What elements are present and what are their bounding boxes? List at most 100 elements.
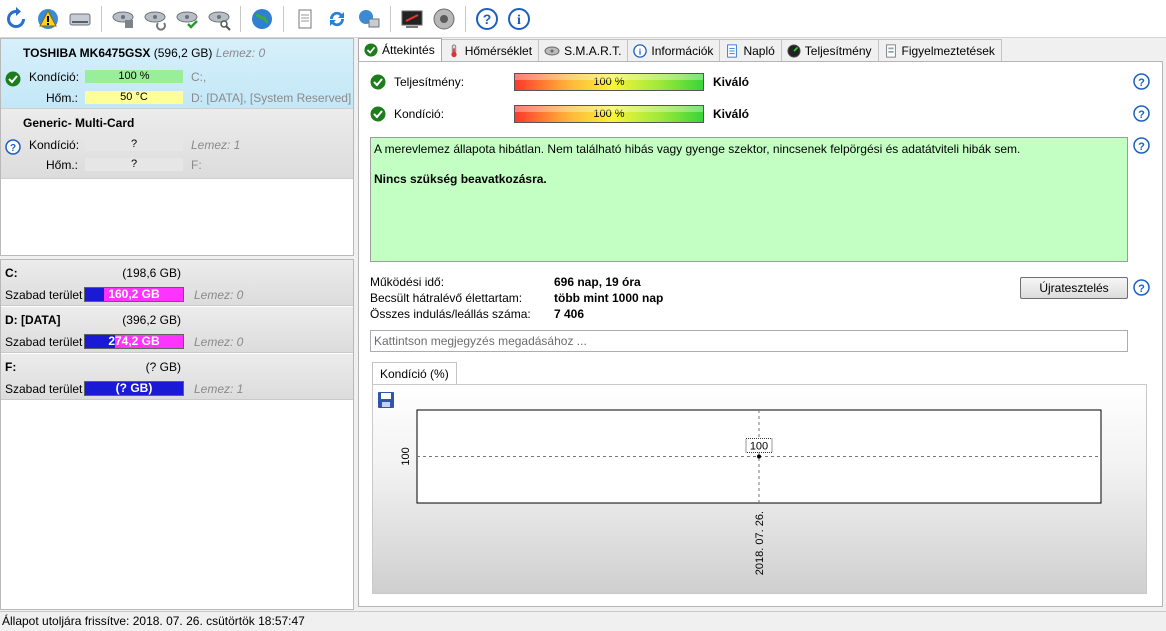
x-tick-label: 2018. 07. 26. — [754, 511, 766, 575]
check-icon — [370, 74, 386, 90]
help-icon[interactable]: ? — [1133, 73, 1150, 90]
alert-doc-icon — [885, 43, 896, 58]
disk-check-icon[interactable] — [174, 6, 200, 32]
drive-icon[interactable] — [67, 6, 93, 32]
volume-list-panel: C: (198,6 GB) Szabad terület 160,2 GB Le… — [0, 259, 354, 610]
volume-f[interactable]: F: (? GB) Szabad terület (? GB) Lemez: 1 — [1, 354, 353, 400]
volume-disk-number: Lemez: 0 — [194, 288, 244, 302]
info-icon: i — [633, 43, 648, 58]
speaker-icon[interactable] — [431, 6, 457, 32]
help-icon[interactable]: ? — [1133, 137, 1150, 154]
uptime-value: 696 nap, 19 óra — [554, 275, 641, 289]
uptime-label: Működési idő: — [370, 275, 445, 289]
y-tick-label: 100 — [400, 447, 412, 465]
tab-information[interactable]: i Információk — [627, 39, 721, 61]
tab-overview[interactable]: Áttekintés — [358, 38, 442, 61]
data-point — [757, 454, 761, 459]
volume-name: F: — [5, 360, 17, 374]
help-icon[interactable]: ? — [474, 6, 500, 32]
document-icon[interactable] — [292, 6, 318, 32]
svg-text:?: ? — [483, 11, 492, 27]
svg-text:?: ? — [1138, 283, 1145, 295]
help-icon[interactable]: ? — [1133, 105, 1150, 122]
temperature-label: Hőm.: — [46, 158, 79, 172]
network-icon[interactable] — [356, 6, 382, 32]
gauge-icon — [787, 43, 801, 58]
globe-icon[interactable] — [249, 6, 275, 32]
disk-title: Generic- Multi-Card — [23, 116, 135, 130]
status-bar: Állapot utoljára frissítve: 2018. 07. 26… — [0, 611, 1166, 631]
svg-text:?: ? — [10, 143, 16, 154]
partition-list: F: — [191, 158, 202, 172]
temperature-bar: ? — [85, 158, 183, 171]
volume-size: (198,6 GB) — [122, 266, 181, 280]
sync-icon[interactable] — [324, 6, 350, 32]
condition-chart: 100 2018. 07. 26. 100 — [372, 384, 1147, 594]
tab-log[interactable]: Napló — [719, 39, 782, 61]
disk-card-toshiba[interactable]: TOSHIBA MK6475GSX (596,2 GB) Lemez: 0 Ko… — [1, 39, 353, 109]
condition-label: Kondíció: — [29, 70, 80, 84]
disk-refresh-icon[interactable] — [142, 6, 168, 32]
retest-button[interactable]: Újratesztelés — [1020, 277, 1128, 299]
disk-number: Lemez: 1 — [191, 138, 241, 152]
tab-smart[interactable]: S.M.A.R.T. — [538, 39, 629, 61]
volume-size: (? GB) — [145, 360, 181, 374]
free-space-label: Szabad terület — [5, 288, 83, 302]
note-input[interactable] — [370, 330, 1128, 352]
overview-panel: Teljesítmény: 100 % Kiváló ? Kondíció: 1… — [358, 61, 1163, 607]
tab-performance[interactable]: Teljesítmény — [780, 39, 879, 61]
check-icon — [5, 71, 21, 87]
temperature-bar: 50 °C — [85, 91, 183, 104]
disk-card-multicard[interactable]: Generic- Multi-Card ? Kondíció: ? Lemez:… — [1, 109, 353, 179]
toolbar: ? i — [0, 0, 1166, 38]
thermometer-icon — [451, 43, 457, 57]
condition-verdict: Kiváló — [713, 107, 750, 121]
free-space-bar: 274,2 GB — [84, 334, 184, 349]
check-icon — [370, 106, 386, 122]
help-icon[interactable]: ? — [1133, 279, 1150, 296]
tab-condition-chart[interactable]: Kondíció (%) — [372, 362, 457, 384]
free-space-label: Szabad terület — [5, 382, 83, 396]
terminal-icon[interactable] — [399, 6, 425, 32]
refresh-icon[interactable] — [3, 6, 29, 32]
condition-label: Kondíció: — [29, 138, 80, 152]
warning-globe-icon[interactable] — [35, 6, 61, 32]
power-cycle-label: Összes indulás/leállás száma: — [370, 307, 531, 321]
chart-canvas: 100 2018. 07. 26. 100 — [400, 409, 1102, 575]
toolbar-separator — [465, 5, 466, 32]
volume-d-data[interactable]: D: [DATA] (396,2 GB) Szabad terület 274,… — [1, 307, 353, 353]
svg-text:i: i — [517, 13, 521, 28]
volume-disk-number: Lemez: 0 — [194, 335, 244, 349]
toolbar-separator — [101, 5, 102, 32]
volume-c[interactable]: C: (198,6 GB) Szabad terület 160,2 GB Le… — [1, 260, 353, 306]
lifetime-label: Becsült hátralévő élettartam: — [370, 291, 523, 305]
disk-search-icon[interactable] — [206, 6, 232, 32]
info-icon[interactable]: i — [506, 6, 532, 32]
action-message: Nincs szükség beavatkozásra. — [374, 172, 547, 186]
condition-bar: 100 % — [85, 70, 183, 83]
free-space-bar: (? GB) — [84, 381, 184, 396]
partition-list: D: [DATA], [System Reserved] — [191, 91, 352, 105]
svg-text:?: ? — [1138, 109, 1145, 121]
volume-name: C: — [5, 266, 18, 280]
performance-label: Teljesítmény: — [394, 75, 465, 89]
free-space-label: Szabad terület — [5, 335, 83, 349]
question-icon: ? — [5, 139, 21, 155]
log-icon — [727, 43, 738, 58]
tab-alerts[interactable]: Figyelmeztetések — [877, 39, 1002, 61]
svg-text:?: ? — [1138, 141, 1145, 153]
toolbar-separator — [390, 5, 391, 32]
tab-bar: Áttekintés Hőmérséklet S.M.A.R.T. i Info… — [358, 38, 1002, 61]
tab-temperature[interactable]: Hőmérséklet — [440, 39, 540, 61]
performance-verdict: Kiváló — [713, 75, 750, 89]
volume-name: D: [DATA] — [5, 313, 61, 327]
disk-settings-icon[interactable] — [110, 6, 136, 32]
lifetime-value: több mint 1000 nap — [554, 291, 664, 305]
volume-disk-number: Lemez: 1 — [194, 382, 244, 396]
drive-letters: C:, — [191, 70, 207, 84]
toolbar-separator — [283, 5, 284, 32]
condition-bar: ? — [85, 138, 183, 151]
disk-title: TOSHIBA MK6475GSX (596,2 GB) Lemez: 0 — [23, 46, 266, 60]
performance-bar: 100 % — [514, 73, 704, 91]
free-space-bar: 160,2 GB — [84, 287, 184, 302]
